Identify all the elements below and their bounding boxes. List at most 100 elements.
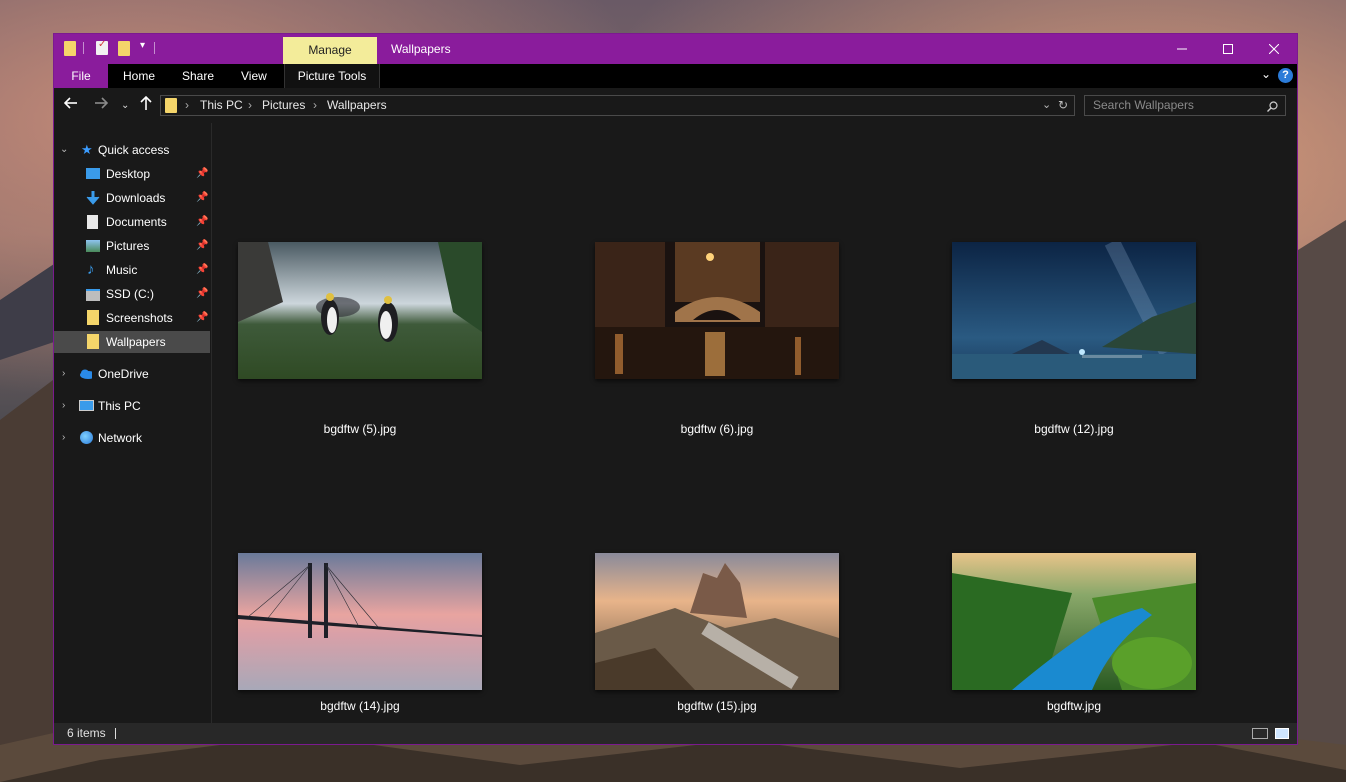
sidebar-item-label: OneDrive bbox=[98, 367, 149, 381]
manage-tab[interactable]: Manage bbox=[283, 37, 377, 64]
search-input[interactable]: Search Wallpapers bbox=[1084, 95, 1286, 116]
search-icon[interactable] bbox=[1267, 101, 1278, 112]
sidebar-item-network[interactable]: › Network bbox=[54, 427, 210, 449]
sidebar-item-pictures[interactable]: Pictures 📌 bbox=[54, 235, 210, 257]
sidebar-item-label: Desktop bbox=[106, 167, 151, 181]
arrow-right-icon bbox=[95, 97, 109, 109]
download-icon bbox=[86, 191, 100, 205]
chevron-down-icon[interactable]: ⌄ bbox=[60, 139, 68, 161]
title-bar[interactable]: ✓ ▾ Manage Wallpapers bbox=[54, 34, 1297, 64]
document-icon bbox=[87, 215, 98, 229]
file-name[interactable]: bgdftw (6).jpg bbox=[595, 422, 839, 436]
breadcrumb-this-pc[interactable]: This PC bbox=[200, 96, 243, 115]
music-icon: ♪ bbox=[87, 261, 95, 278]
ribbon-tabs: File Home Share View Picture Tools ⌄ ? bbox=[54, 64, 1297, 88]
address-bar[interactable]: › This PC › Pictures › Wallpapers ⌄ ↻ bbox=[160, 95, 1075, 116]
folder-icon bbox=[87, 310, 99, 325]
thumbnail-bridge[interactable] bbox=[238, 553, 482, 690]
breadcrumb-pictures[interactable]: Pictures bbox=[262, 96, 305, 115]
explorer-window: ✓ ▾ Manage Wallpapers File Home Share Vi… bbox=[53, 33, 1298, 745]
sidebar-item-label: Network bbox=[98, 431, 143, 445]
sidebar-item-label: Documents bbox=[106, 215, 167, 229]
drive-icon bbox=[86, 289, 100, 301]
thumbnail-forest-lake[interactable] bbox=[952, 553, 1196, 690]
file-name[interactable]: bgdftw (5).jpg bbox=[238, 422, 482, 436]
sidebar-item-label: Screenshots bbox=[106, 311, 173, 325]
forward-button[interactable] bbox=[94, 96, 109, 115]
star-icon: ★ bbox=[81, 142, 93, 157]
sidebar-item-downloads[interactable]: Downloads 📌 bbox=[54, 187, 210, 209]
pin-icon: 📌 bbox=[196, 264, 209, 275]
folder-icon bbox=[87, 334, 99, 349]
close-icon bbox=[1269, 44, 1279, 54]
folder-icon[interactable] bbox=[64, 41, 76, 56]
sidebar-item-label: Quick access bbox=[98, 143, 170, 157]
cloud-icon bbox=[80, 369, 92, 379]
file-name[interactable]: bgdftw.jpg bbox=[952, 699, 1196, 713]
address-dropdown-chevron-icon[interactable]: ⌄ bbox=[1042, 96, 1051, 115]
computer-icon bbox=[79, 400, 94, 411]
back-button[interactable] bbox=[63, 96, 78, 115]
thumbnail-dolomites[interactable] bbox=[595, 553, 839, 690]
thumbnail-lake-night[interactable] bbox=[952, 242, 1196, 379]
thumbnail-penguins[interactable] bbox=[238, 242, 482, 379]
sidebar-item-label: This PC bbox=[98, 399, 141, 413]
navigation-bar: ⌄ › This PC › Pictures › Wallpapers ⌄ ↻ … bbox=[54, 88, 1297, 123]
sidebar-item-label: Downloads bbox=[106, 191, 166, 205]
sidebar-item-screenshots[interactable]: Screenshots 📌 bbox=[54, 307, 210, 329]
folder-icon bbox=[165, 98, 177, 113]
status-divider bbox=[115, 728, 116, 739]
large-icons-view-icon[interactable] bbox=[1275, 728, 1289, 739]
breadcrumb-wallpapers[interactable]: Wallpapers bbox=[327, 96, 387, 115]
desktop-icon bbox=[86, 168, 100, 179]
ribbon-expand-chevron-icon[interactable]: ⌄ bbox=[1261, 67, 1271, 81]
sidebar-item-ssd[interactable]: SSD (C:) 📌 bbox=[54, 283, 210, 305]
window-title: Wallpapers bbox=[391, 42, 451, 56]
tab-share[interactable]: Share bbox=[182, 64, 214, 88]
up-button[interactable] bbox=[139, 95, 153, 115]
sidebar-item-desktop[interactable]: Desktop 📌 bbox=[54, 163, 210, 185]
sidebar-item-label: Wallpapers bbox=[106, 335, 166, 349]
sidebar-item-music[interactable]: ♪ Music 📌 bbox=[54, 259, 210, 281]
file-name[interactable]: bgdftw (14).jpg bbox=[238, 699, 482, 713]
sidebar-item-documents[interactable]: Documents 📌 bbox=[54, 211, 210, 233]
file-view: bgdftw (5).jpg bgdftw (6).jpg bgdftw (12… bbox=[212, 123, 1297, 723]
sidebar-item-quick-access[interactable]: ⌄ ★ Quick access bbox=[54, 139, 210, 161]
pin-icon: 📌 bbox=[196, 216, 209, 227]
details-view-icon[interactable] bbox=[1252, 728, 1268, 739]
sidebar-item-wallpapers[interactable]: Wallpapers bbox=[54, 331, 210, 353]
tab-view[interactable]: View bbox=[241, 64, 267, 88]
refresh-icon[interactable]: ↻ bbox=[1058, 96, 1068, 115]
tab-home[interactable]: Home bbox=[123, 64, 155, 88]
breadcrumb-separator: › bbox=[248, 98, 252, 112]
minimize-button[interactable] bbox=[1159, 34, 1205, 64]
properties-icon[interactable]: ✓ bbox=[96, 39, 108, 55]
item-count: 6 items bbox=[67, 726, 106, 740]
chevron-right-icon[interactable]: › bbox=[62, 427, 65, 449]
maximize-button[interactable] bbox=[1205, 34, 1251, 64]
recent-locations-chevron-icon[interactable]: ⌄ bbox=[121, 97, 129, 115]
pin-icon: 📌 bbox=[196, 168, 209, 179]
chevron-down-icon[interactable]: ▾ bbox=[140, 40, 145, 51]
sidebar-item-onedrive[interactable]: › OneDrive bbox=[54, 363, 210, 385]
chevron-right-icon[interactable]: › bbox=[62, 363, 65, 385]
pin-icon: 📌 bbox=[196, 192, 209, 203]
sidebar-item-label: Pictures bbox=[106, 239, 150, 253]
file-name[interactable]: bgdftw (12).jpg bbox=[952, 422, 1196, 436]
tab-picture-tools[interactable]: Picture Tools bbox=[284, 64, 380, 88]
navigation-pane: ⌄ ★ Quick access Desktop 📌 Downloads 📌 D… bbox=[54, 123, 211, 723]
breadcrumb-separator: › bbox=[313, 98, 317, 112]
pin-icon: 📌 bbox=[196, 288, 209, 299]
chevron-right-icon[interactable]: › bbox=[62, 395, 65, 417]
sidebar-item-label: Music bbox=[106, 263, 138, 277]
thumbnail-venice[interactable] bbox=[595, 242, 839, 379]
close-button[interactable] bbox=[1251, 34, 1297, 64]
status-bar: 6 items bbox=[54, 723, 1297, 744]
tab-file[interactable]: File bbox=[54, 64, 108, 88]
pictures-icon bbox=[86, 240, 100, 252]
file-name[interactable]: bgdftw (15).jpg bbox=[595, 699, 839, 713]
sidebar-item-this-pc[interactable]: › This PC bbox=[54, 395, 210, 417]
new-folder-icon[interactable] bbox=[118, 41, 130, 56]
divider bbox=[83, 42, 84, 54]
help-icon[interactable]: ? bbox=[1278, 68, 1293, 83]
